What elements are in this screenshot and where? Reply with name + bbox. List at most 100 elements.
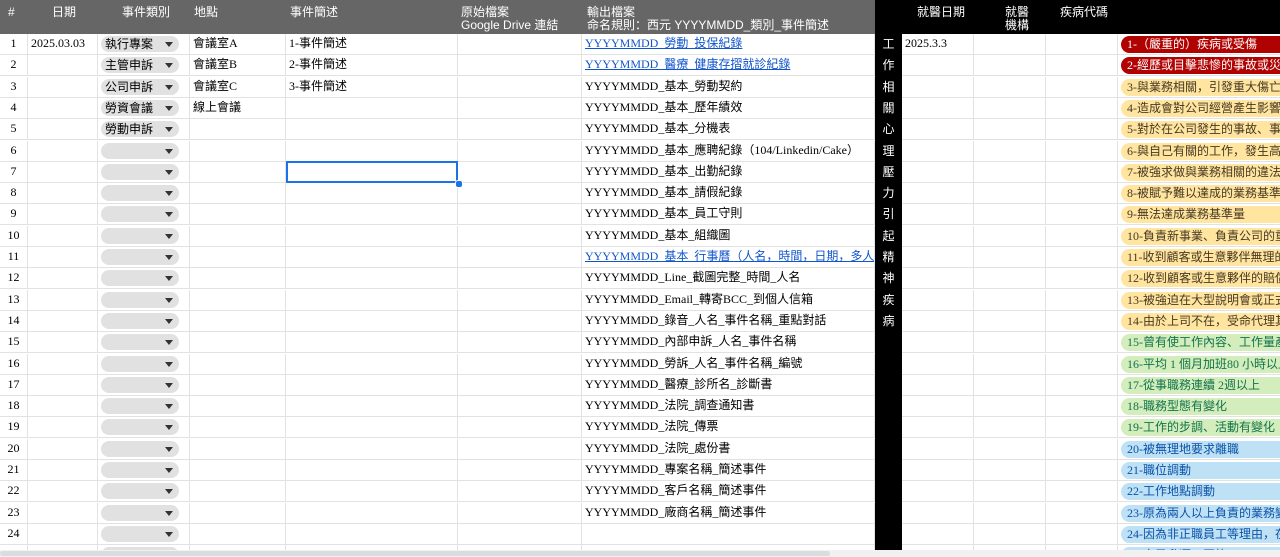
disease-code-cell[interactable] [1046, 161, 1118, 183]
header-institution[interactable]: 就醫 機構 [997, 0, 1037, 34]
date-cell[interactable]: 2025.03.03 [28, 34, 98, 55]
original-file-cell[interactable] [458, 438, 582, 460]
output-file-link[interactable]: YYYYMMDD_基本_行事曆（人名，時間，日期，多人） [585, 249, 874, 263]
summary-cell[interactable]: 2-事件簡述 [286, 55, 458, 77]
output-file-cell[interactable]: YYYYMMDD_法院_傳票 [582, 417, 875, 439]
location-cell[interactable] [190, 481, 286, 503]
summary-cell[interactable] [286, 502, 458, 524]
output-file-cell[interactable]: YYYYMMDD_基本_應聘紀錄（104/Linkedin/Cake） [582, 140, 875, 162]
disease-code-cell[interactable] [1046, 289, 1118, 311]
category-cell[interactable] [98, 268, 190, 290]
category-cell[interactable] [98, 161, 190, 183]
output-file-cell[interactable]: YYYYMMDD_法院_調查通知書 [582, 396, 875, 418]
date-cell[interactable] [28, 353, 98, 375]
code-reference-cell[interactable]: 14-由於上司不在，受命代理其職務 [1118, 311, 1280, 332]
dropdown-arrow-icon[interactable] [165, 531, 173, 537]
dropdown-arrow-icon[interactable] [165, 169, 173, 175]
code-reference-cell[interactable]: 9-無法達成業務基準量 [1118, 204, 1280, 226]
code-reference-cell[interactable]: 6-與自己有關的工作，發生高額 [1118, 141, 1280, 162]
location-cell[interactable] [190, 523, 286, 545]
category-dropdown[interactable]: 執行專案 [101, 36, 179, 52]
category-cell[interactable] [98, 247, 190, 268]
visit-date-cell[interactable] [902, 438, 974, 460]
disease-code-cell[interactable] [1046, 332, 1118, 354]
category-dropdown[interactable] [101, 334, 179, 351]
disease-code-cell[interactable] [1046, 460, 1118, 481]
visit-date-cell[interactable] [902, 247, 974, 268]
location-cell[interactable] [190, 460, 286, 481]
category-cell[interactable] [98, 310, 190, 332]
original-file-cell[interactable] [458, 97, 582, 119]
summary-cell[interactable] [286, 289, 458, 311]
dropdown-arrow-icon[interactable] [165, 148, 173, 154]
institution-cell[interactable] [974, 481, 1046, 503]
original-file-cell[interactable] [458, 225, 582, 247]
category-dropdown[interactable] [101, 398, 179, 415]
disease-code-cell[interactable] [1046, 225, 1118, 247]
disease-code-cell[interactable] [1046, 268, 1118, 290]
date-cell[interactable] [28, 417, 98, 439]
date-cell[interactable] [28, 523, 98, 545]
location-cell[interactable] [190, 119, 286, 141]
institution-cell[interactable] [974, 247, 1046, 268]
code-reference-cell[interactable]: 7-被強求做與業務相關的違法行為 [1118, 162, 1280, 183]
code-reference-cell[interactable]: 13-被強迫在大型說明會或正式會議 [1118, 290, 1280, 311]
location-cell[interactable] [190, 417, 286, 439]
visit-date-cell[interactable]: 2025.3.3 [902, 34, 974, 55]
header-location[interactable]: 地點 [192, 0, 252, 34]
disease-code-cell[interactable] [1046, 374, 1118, 396]
code-reference-cell[interactable]: 20-被無理地要求離職 [1118, 439, 1280, 460]
visit-date-cell[interactable] [902, 481, 974, 503]
date-cell[interactable] [28, 55, 98, 77]
summary-cell[interactable] [286, 396, 458, 418]
dropdown-arrow-icon[interactable] [165, 191, 173, 197]
code-reference-cell[interactable]: 12-收到顧客或生意夥伴的賠償要求 [1118, 268, 1280, 290]
date-cell[interactable] [28, 332, 98, 354]
visit-date-cell[interactable] [902, 523, 974, 545]
location-cell[interactable] [190, 502, 286, 524]
visit-date-cell[interactable] [902, 76, 974, 98]
institution-cell[interactable] [974, 353, 1046, 375]
original-file-cell[interactable] [458, 353, 582, 375]
category-cell[interactable] [98, 140, 190, 162]
summary-cell[interactable]: 3-事件簡述 [286, 76, 458, 98]
output-file-cell[interactable]: YYYYMMDD_內部申訴_人名_事件名稱 [582, 332, 875, 354]
location-cell[interactable]: 會議室B [190, 55, 286, 77]
output-file-cell[interactable]: YYYYMMDD_基本_請假紀錄 [582, 183, 875, 205]
institution-cell[interactable] [974, 310, 1046, 332]
date-cell[interactable] [28, 374, 98, 396]
location-cell[interactable] [190, 247, 286, 268]
disease-code-cell[interactable] [1046, 204, 1118, 226]
dropdown-arrow-icon[interactable] [165, 382, 173, 388]
date-cell[interactable] [28, 76, 98, 98]
location-cell[interactable] [190, 353, 286, 375]
disease-code-cell[interactable] [1046, 140, 1118, 162]
disease-code-cell[interactable] [1046, 183, 1118, 205]
location-cell[interactable] [190, 183, 286, 205]
category-dropdown[interactable] [101, 142, 179, 159]
summary-cell[interactable] [286, 374, 458, 396]
category-cell[interactable] [98, 289, 190, 311]
date-cell[interactable] [28, 140, 98, 162]
category-cell[interactable] [98, 438, 190, 460]
institution-cell[interactable] [974, 55, 1046, 77]
visit-date-cell[interactable] [902, 140, 974, 162]
location-cell[interactable] [190, 310, 286, 332]
visit-date-cell[interactable] [902, 183, 974, 205]
original-file-cell[interactable] [458, 161, 582, 183]
output-file-cell[interactable]: YYYYMMDD_基本_員工守則 [582, 204, 875, 226]
disease-code-cell[interactable] [1046, 310, 1118, 332]
code-reference-cell[interactable]: 15-曾有使工作內容、工作量產生 [1118, 332, 1280, 354]
disease-code-cell[interactable] [1046, 438, 1118, 460]
category-cell[interactable] [98, 332, 190, 354]
output-file-cell[interactable]: YYYYMMDD_Line_截圖完整_時間_人名 [582, 268, 875, 290]
visit-date-cell[interactable] [902, 225, 974, 247]
category-cell[interactable] [98, 502, 190, 524]
dropdown-arrow-icon[interactable] [165, 468, 173, 473]
summary-cell[interactable] [286, 140, 458, 162]
header-output-file[interactable]: 輸出檔案 命名規則：西元 YYYYMMDD_類別_事件簡述 [585, 0, 873, 34]
code-reference-cell[interactable]: 18-職務型態有變化 [1118, 396, 1280, 418]
category-dropdown[interactable] [101, 504, 179, 521]
summary-cell[interactable] [286, 332, 458, 354]
code-reference-cell[interactable]: 5-對於在公司發生的事故、事件 [1118, 119, 1280, 141]
